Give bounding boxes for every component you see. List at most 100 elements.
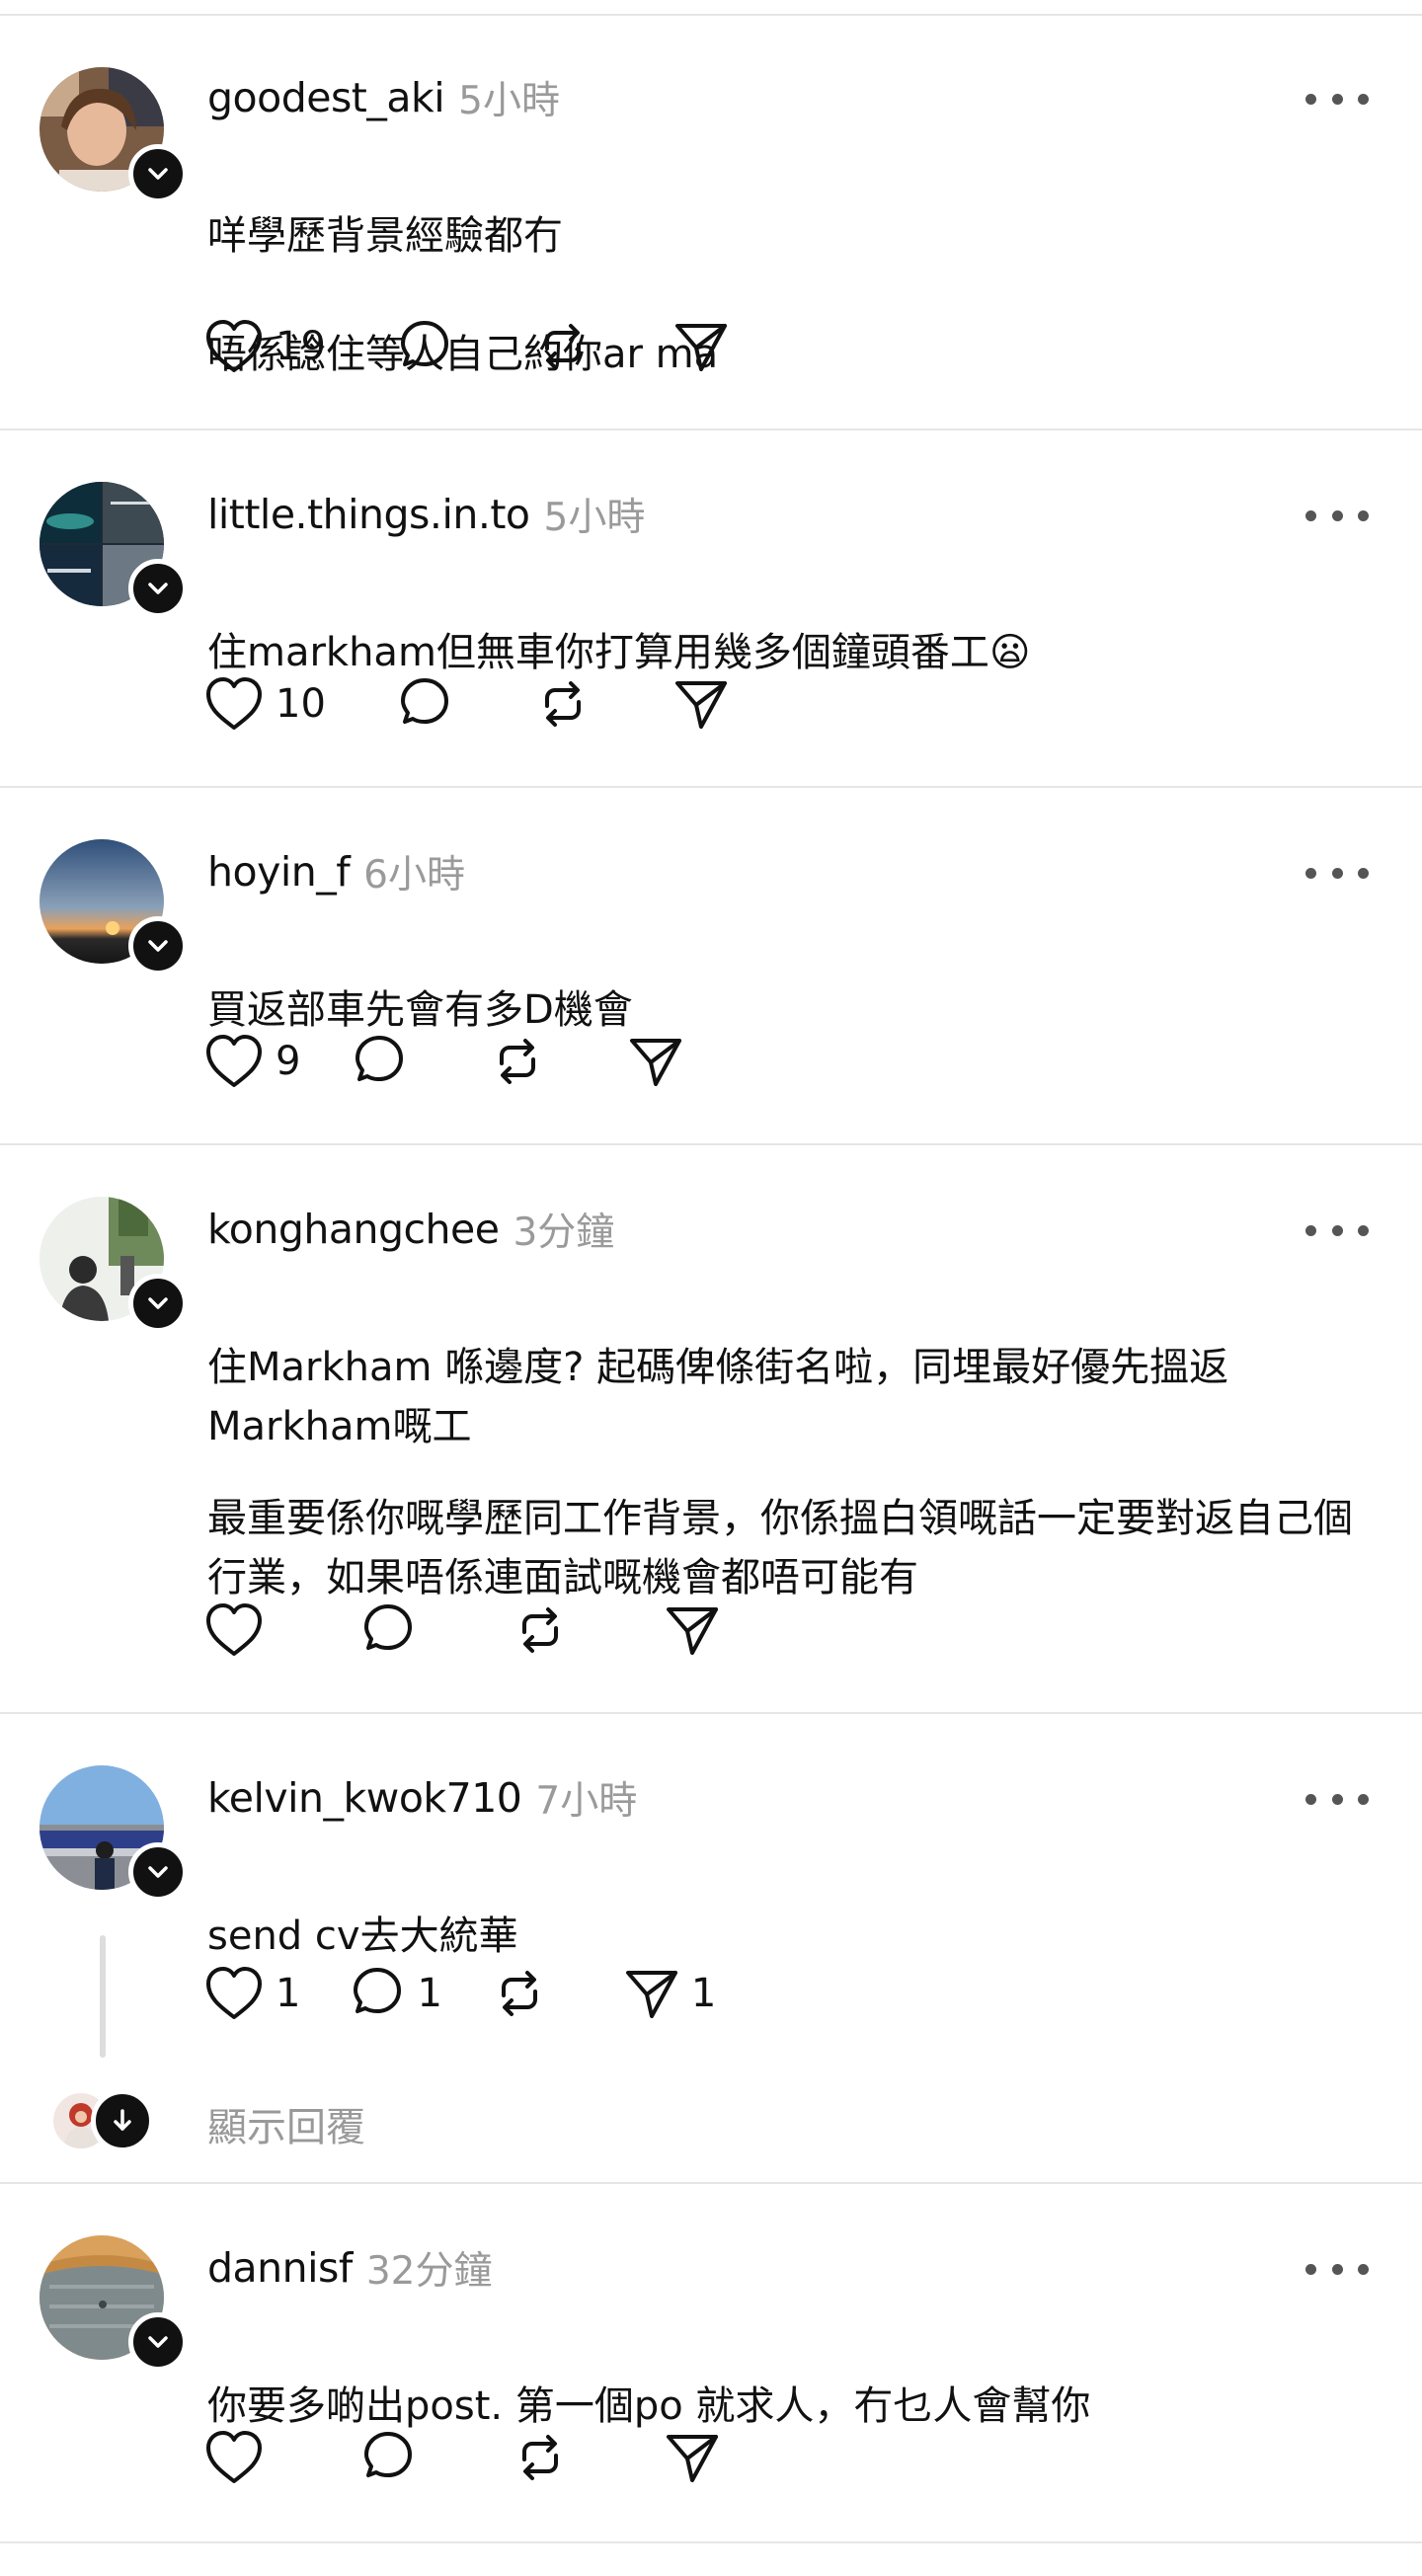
repost-icon xyxy=(500,1039,536,1084)
more-dot xyxy=(1358,867,1369,879)
post-header: dannisf 32分鐘 xyxy=(207,2240,493,2296)
like-button[interactable]: 9 xyxy=(202,1032,300,1091)
more-dot xyxy=(1331,1224,1343,1236)
timestamp[interactable]: 3分鐘 xyxy=(513,1202,614,1257)
repost-button[interactable] xyxy=(488,1032,557,1091)
like-button[interactable]: 1 xyxy=(202,1964,300,2023)
more-dot xyxy=(1331,867,1343,879)
reply-avatars[interactable] xyxy=(53,2089,154,2152)
more-dot xyxy=(1358,93,1369,105)
send-icon xyxy=(674,324,727,371)
reply-button[interactable] xyxy=(358,1600,428,1660)
thread-line xyxy=(100,1935,106,2058)
more-dot xyxy=(1331,2263,1343,2275)
username[interactable]: konghangchee xyxy=(207,1206,500,1253)
timestamp[interactable]: 6小時 xyxy=(363,844,465,899)
send-icon xyxy=(667,1607,718,1655)
action-bar: 10 xyxy=(202,669,810,739)
username[interactable]: hoyin_f xyxy=(207,848,351,896)
repost-button[interactable] xyxy=(511,1600,580,1660)
share-button[interactable] xyxy=(626,1032,695,1091)
repost-icon xyxy=(522,1607,558,1653)
timestamp[interactable]: 7小時 xyxy=(535,1770,637,1826)
post-header: kelvin_kwok710 7小時 xyxy=(207,1770,637,1826)
follow-badge[interactable] xyxy=(128,144,188,203)
post-text-body: send cv去大統華 xyxy=(207,1913,518,1959)
timestamp[interactable]: 5小時 xyxy=(458,70,560,125)
share-button[interactable] xyxy=(672,317,741,376)
repost-icon xyxy=(544,324,581,369)
more-horizontal-icon xyxy=(1305,867,1316,879)
more-dot xyxy=(1358,1793,1369,1805)
follow-badge[interactable] xyxy=(128,1842,188,1902)
avatar-wrap[interactable] xyxy=(40,482,188,618)
post-header: konghangchee 3分鐘 xyxy=(207,1202,614,1257)
send-icon xyxy=(674,681,727,729)
share-button[interactable] xyxy=(663,2428,732,2487)
timestamp[interactable]: 32分鐘 xyxy=(366,2240,493,2296)
more-options-button[interactable] xyxy=(1305,1210,1369,1250)
repost-icon xyxy=(544,681,581,727)
avatar-wrap[interactable] xyxy=(40,839,188,976)
reply-arrow-badge[interactable] xyxy=(91,2089,154,2152)
like-button[interactable] xyxy=(202,2428,276,2487)
action-bar: 9 xyxy=(202,1027,764,1096)
reply-button[interactable] xyxy=(395,317,464,376)
share-button[interactable] xyxy=(663,1600,732,1660)
comment-icon xyxy=(400,321,448,366)
more-options-button[interactable] xyxy=(1305,853,1369,893)
action-bar: 19 xyxy=(202,312,810,381)
like-button[interactable]: 19 xyxy=(202,317,326,376)
post-text-line: 咩學歷背景經驗都冇 xyxy=(207,213,563,259)
post-hoyin-f: hoyin_f 6小時 買返部車先會有多D機會 9 xyxy=(0,788,1422,1145)
more-options-button[interactable] xyxy=(1305,79,1369,118)
share-count: 1 xyxy=(690,1971,717,2016)
username[interactable]: little.things.in.to xyxy=(207,491,530,538)
post-little-things: little.things.in.to 5小時 住markham但無車你打算用幾… xyxy=(0,430,1422,788)
heart-icon xyxy=(206,1967,262,2019)
follow-badge[interactable] xyxy=(128,559,188,618)
follow-badge[interactable] xyxy=(128,2312,188,2372)
follow-badge[interactable] xyxy=(128,916,188,976)
post-header: goodest_aki 5小時 xyxy=(207,70,560,125)
more-horizontal-icon xyxy=(1305,509,1316,521)
chevron-down-icon xyxy=(148,583,168,594)
repost-button[interactable] xyxy=(533,674,602,734)
reply-button[interactable] xyxy=(350,1032,419,1091)
avatar-wrap[interactable] xyxy=(40,1197,188,1333)
repost-button[interactable] xyxy=(490,1964,559,2023)
username[interactable]: goodest_aki xyxy=(207,74,445,121)
post-text: send cv去大統華 xyxy=(207,1847,1373,1966)
reply-button[interactable] xyxy=(358,2428,428,2487)
post-text: 咩學歷背景經驗都冇 唔係諗住等人自己約你ar ma xyxy=(207,147,1373,443)
avatar-wrap[interactable] xyxy=(40,2235,188,2372)
like-button[interactable] xyxy=(202,1600,276,1660)
action-bar: 1 1 1 xyxy=(202,1959,785,2028)
repost-button[interactable] xyxy=(511,2428,580,2487)
chevron-down-icon xyxy=(148,2336,168,2348)
like-count: 10 xyxy=(276,681,326,727)
avatar-wrap[interactable] xyxy=(40,67,188,203)
post-dannisf: dannisf 32分鐘 你要多啲出post. 第一個po 就求人，冇乜人會幫你 xyxy=(0,2184,1422,2543)
like-button[interactable]: 10 xyxy=(202,674,326,734)
timestamp[interactable]: 5小時 xyxy=(544,487,646,542)
more-dot xyxy=(1358,1224,1369,1236)
reply-button[interactable]: 1 xyxy=(348,1964,442,2023)
username[interactable]: dannisf xyxy=(207,2244,353,2292)
username[interactable]: kelvin_kwok710 xyxy=(207,1774,522,1822)
reply-button[interactable] xyxy=(395,674,464,734)
share-button[interactable] xyxy=(672,674,741,734)
more-dot xyxy=(1358,509,1369,521)
more-options-button[interactable] xyxy=(1305,1779,1369,1819)
repost-button[interactable] xyxy=(533,317,602,376)
share-button[interactable]: 1 xyxy=(622,1964,716,2023)
more-options-button[interactable] xyxy=(1305,496,1369,535)
show-replies-link[interactable]: 顯示回覆 xyxy=(207,2095,365,2152)
chevron-down-icon xyxy=(148,1297,168,1309)
heart-icon xyxy=(206,2431,262,2483)
avatar-wrap[interactable] xyxy=(40,1765,188,1902)
post-header: hoyin_f 6小時 xyxy=(207,844,465,899)
follow-badge[interactable] xyxy=(128,1274,188,1333)
comment-icon xyxy=(364,1604,412,1650)
more-options-button[interactable] xyxy=(1305,2249,1369,2289)
